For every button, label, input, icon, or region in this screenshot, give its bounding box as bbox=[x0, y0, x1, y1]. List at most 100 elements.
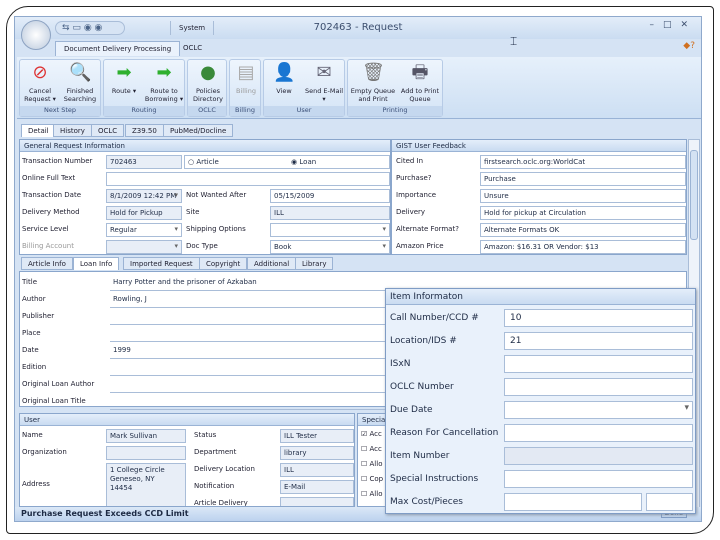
route-button[interactable]: ➡ Route ▾ bbox=[104, 62, 144, 95]
ribbon-tab-document-delivery[interactable]: Document Delivery Processing bbox=[55, 41, 181, 56]
group-oclc: ● Policies Directory OCLC bbox=[187, 59, 227, 117]
item-label: Reason For Cancellation bbox=[390, 428, 499, 438]
label: Address bbox=[22, 480, 50, 488]
group-label: Billing bbox=[230, 106, 260, 116]
amazon-price-field[interactable]: Amazon: $16.31 OR Vendor: $13 bbox=[480, 240, 686, 254]
label: Transaction Number bbox=[22, 157, 93, 165]
panel-header: Item Informaton bbox=[386, 289, 695, 305]
finished-searching-button[interactable]: 🔍 Finished Searching bbox=[60, 62, 100, 103]
email-icon: ✉ bbox=[316, 62, 332, 83]
tab-oclc[interactable]: OCLC bbox=[91, 124, 125, 137]
globe-icon: ● bbox=[200, 62, 216, 83]
article-radio[interactable]: ○ Article bbox=[188, 158, 219, 166]
window-title: 702463 - Request bbox=[313, 22, 403, 33]
cancel-request-button[interactable]: ⊘ Cancel Request ▾ bbox=[20, 62, 60, 103]
sub-tab-bar: Article Info Loan Info Imported Request … bbox=[19, 257, 687, 271]
item-field[interactable] bbox=[504, 378, 693, 396]
tab-loan-info[interactable]: Loan Info bbox=[73, 257, 120, 270]
label: Cited In bbox=[396, 157, 424, 165]
tab-additional[interactable]: Additional bbox=[247, 257, 297, 270]
app-orb-button[interactable] bbox=[21, 20, 51, 50]
address-field: 1 College Circle Geneseo, NY 14454 bbox=[106, 463, 186, 506]
importance-field[interactable]: Unsure bbox=[480, 189, 686, 203]
send-email-button[interactable]: ✉ Send E-Mail ▾ bbox=[304, 62, 344, 103]
billing-button[interactable]: ▤ Billing bbox=[226, 62, 266, 95]
purchase-field[interactable]: Purchase bbox=[480, 172, 686, 186]
billing-account-select[interactable] bbox=[106, 240, 182, 254]
panel-header: User bbox=[20, 414, 354, 426]
add-to-print-queue-button[interactable]: 🖶 Add to Print Queue bbox=[398, 62, 442, 103]
loan-label: Publisher bbox=[22, 312, 55, 320]
policies-directory-button[interactable]: ● Policies Directory bbox=[188, 62, 228, 103]
label: Delivery Method bbox=[22, 208, 80, 216]
panel-header: GIST User Feedback bbox=[392, 140, 686, 152]
tab-history[interactable]: History bbox=[53, 124, 92, 137]
route-to-borrowing-button[interactable]: ➡ Route to Borrowing ▾ bbox=[144, 62, 184, 103]
department-field: library bbox=[280, 446, 354, 460]
label: Service Level bbox=[22, 225, 69, 233]
special-checkbox[interactable]: ☐ Cop bbox=[361, 475, 383, 483]
status-field: ILL Tester bbox=[280, 429, 354, 443]
tab-library[interactable]: Library bbox=[295, 257, 334, 270]
arrow-right-icon: ➡ bbox=[116, 62, 132, 83]
item-field[interactable]: 10 bbox=[504, 309, 693, 327]
tab-imported-request[interactable]: Imported Request bbox=[123, 257, 200, 270]
group-billing: ▤ Billing Billing bbox=[229, 59, 261, 117]
loan-label: Original Loan Author bbox=[22, 380, 95, 388]
tab-detail[interactable]: Detail bbox=[21, 124, 56, 137]
label: Purchase? bbox=[396, 174, 432, 182]
doc-type-select[interactable]: Book bbox=[270, 240, 390, 254]
online-full-text-field[interactable] bbox=[106, 172, 390, 186]
item-field[interactable] bbox=[504, 355, 693, 373]
item-field[interactable] bbox=[504, 401, 693, 419]
shipping-options-select[interactable] bbox=[270, 223, 390, 237]
label: Name bbox=[22, 431, 43, 439]
user-name-field: Mark Sullivan bbox=[106, 429, 186, 443]
special-checkbox[interactable]: ☐ Acc bbox=[361, 445, 382, 453]
group-label: User bbox=[264, 106, 344, 116]
label: Importance bbox=[396, 191, 437, 199]
item-label: Item Number bbox=[390, 451, 450, 461]
view-user-button[interactable]: 👤 View bbox=[264, 62, 304, 95]
pieces-field[interactable] bbox=[646, 493, 693, 511]
ribbon: ⊘ Cancel Request ▾ 🔍 Finished Searching Ne… bbox=[17, 57, 701, 119]
service-level-select[interactable]: Regular bbox=[106, 223, 182, 237]
special-checkbox[interactable]: ☐ Allo bbox=[361, 460, 382, 468]
item-field[interactable] bbox=[504, 424, 693, 442]
tab-pubmed-docline[interactable]: PubMed/Docline bbox=[163, 124, 234, 137]
organization-field bbox=[106, 446, 186, 460]
loan-label: Edition bbox=[22, 363, 47, 371]
item-label: Call Number/CCD # bbox=[390, 313, 479, 323]
loan-label: Date bbox=[22, 346, 39, 354]
gist-feedback-panel: GIST User Feedback Cited In firstsearch.… bbox=[391, 139, 687, 255]
ribbon-tab-oclc[interactable]: OCLC bbox=[175, 41, 210, 55]
scrollbar-thumb[interactable] bbox=[690, 150, 698, 240]
cited-in-field[interactable]: firstsearch.oclc.org:WorldCat bbox=[480, 155, 686, 169]
maximize-button[interactable]: □ bbox=[663, 20, 681, 30]
close-button[interactable]: ✕ bbox=[680, 20, 697, 30]
max-cost-field[interactable] bbox=[504, 493, 642, 511]
minimize-button[interactable]: – bbox=[649, 20, 663, 30]
empty-queue-and-print-button[interactable]: 🗑 Empty Queue and Print bbox=[350, 62, 396, 103]
group-printing: 🗑 Empty Queue and Print 🖶 Add to Print Que… bbox=[347, 59, 443, 117]
help-icon[interactable]: ◆? bbox=[683, 41, 695, 51]
request-type-radio-group: ○ Article ◉ Loan bbox=[184, 155, 390, 169]
window-controls: –□✕ bbox=[649, 20, 697, 30]
general-request-panel: General Request Information Transaction … bbox=[19, 139, 391, 255]
delivery-field[interactable]: Hold for pickup at Circulation bbox=[480, 206, 686, 220]
loan-radio[interactable]: ◉ Loan bbox=[291, 158, 316, 166]
title-bar: ⇆ ▭ ◉ ◉ System 702463 - Request –□✕ bbox=[15, 17, 701, 50]
mouse-cursor-icon: ⌶ bbox=[510, 34, 518, 48]
special-checkbox[interactable]: ☑ Acc bbox=[361, 430, 382, 438]
item-label: Special Instructions bbox=[390, 474, 479, 484]
special-checkbox[interactable]: ☐ Allo bbox=[361, 490, 382, 498]
alternate-format-field[interactable]: Alternate Formats OK bbox=[480, 223, 686, 237]
item-field[interactable] bbox=[504, 470, 693, 488]
tab-article-info[interactable]: Article Info bbox=[21, 257, 73, 270]
label: Site bbox=[186, 208, 200, 216]
item-field[interactable]: 21 bbox=[504, 332, 693, 350]
transaction-date-field[interactable]: 8/1/2009 12:42 PM bbox=[106, 189, 182, 203]
not-wanted-after-field[interactable]: 05/15/2009 bbox=[270, 189, 390, 203]
tab-z3950[interactable]: Z39.50 bbox=[125, 124, 164, 137]
tab-copyright[interactable]: Copyright bbox=[199, 257, 248, 270]
